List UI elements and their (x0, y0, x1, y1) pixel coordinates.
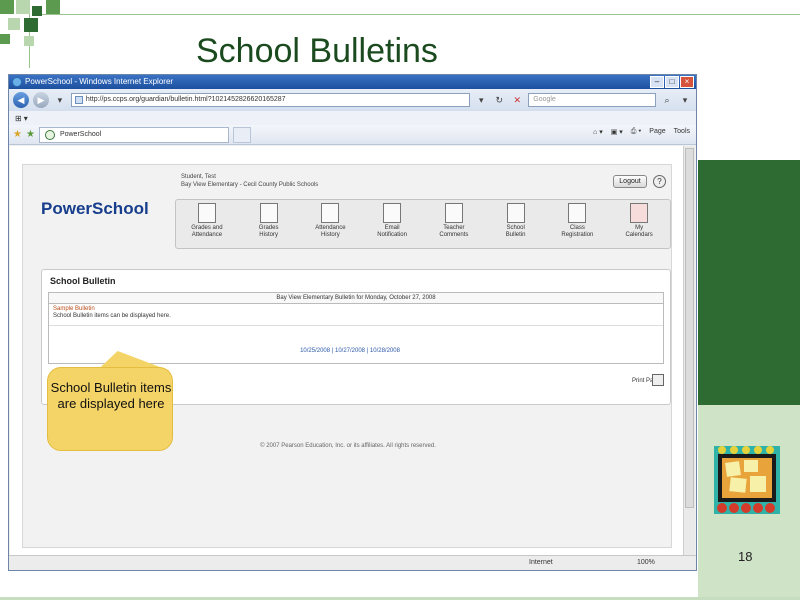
nav-class-registration[interactable]: Class Registration (548, 203, 606, 248)
zoom-level[interactable]: 100% (637, 559, 655, 566)
tab-bar: ★ ★ PowerSchool ⌂ ▾ ▣ ▾ ⎙ ▾ Page Tools (9, 125, 696, 145)
page-icon (74, 96, 83, 104)
calendar-icon (630, 203, 649, 223)
email-icon (383, 203, 402, 223)
nav-my-calendars[interactable]: My Calendars (610, 203, 668, 248)
home-icon[interactable]: ⌂ ▾ (593, 128, 603, 136)
nav-grades-history[interactable]: Grades History (240, 203, 298, 248)
add-favorite-icon[interactable]: ★ (26, 129, 35, 140)
refresh-icon[interactable]: ↻ (492, 93, 506, 107)
class-registration-icon (568, 203, 587, 223)
decor-band-dark (698, 160, 800, 405)
favorites-star-icon[interactable]: ★ (13, 129, 22, 140)
forward-button[interactable]: ▶ (32, 92, 49, 108)
favorites-add-icon[interactable]: ⊞ (15, 114, 22, 123)
slide-number: 18 (738, 549, 753, 564)
nav-grades-attendance[interactable]: Grades and Attendance (178, 203, 236, 248)
page-menu[interactable]: Page (649, 128, 665, 136)
url-dropdown-icon[interactable]: ▾ (474, 93, 488, 107)
command-bar: ⌂ ▾ ▣ ▾ ⎙ ▾ Page Tools (593, 128, 690, 136)
teacher-comments-icon (444, 203, 463, 223)
links-dropdown-icon[interactable]: ▾ (24, 114, 28, 123)
slide-title: School Bulletins (196, 32, 438, 70)
feeds-icon[interactable]: ▣ ▾ (611, 128, 623, 136)
grades-history-icon (259, 203, 278, 223)
window-title: PowerSchool - Windows Internet Explorer (25, 77, 174, 86)
callout-text: School Bulletin items are displayed here (50, 380, 172, 411)
logout-button[interactable]: Logout (613, 175, 647, 188)
tools-menu[interactable]: Tools (674, 128, 690, 136)
browser-window: PowerSchool - Windows Internet Explorer … (8, 74, 697, 571)
maximize-button[interactable]: □ (665, 76, 679, 88)
search-dropdown-icon[interactable]: ▾ (678, 93, 692, 107)
new-tab-button[interactable] (232, 126, 251, 143)
history-dropdown-icon[interactable]: ▾ (53, 93, 67, 107)
bulletin-heading: School Bulletin (50, 276, 116, 286)
user-info: Student, Test Bay View Elementary - Ceci… (181, 173, 318, 189)
decor-square (24, 36, 34, 46)
print-icon[interactable]: ⎙ ▾ (631, 128, 642, 136)
ie-logo-icon (12, 77, 22, 87)
bulletin-board-icon (714, 446, 780, 514)
grades-attendance-icon (197, 203, 216, 223)
decor-square (0, 0, 14, 14)
vertical-scrollbar[interactable] (683, 146, 695, 556)
nav-teacher-comments[interactable]: Teacher Comments (425, 203, 483, 248)
minimize-button[interactable]: – (650, 76, 664, 88)
address-bar: ◀ ▶ ▾ http://ps.ccps.org/guardian/bullet… (9, 89, 696, 111)
nav-icon-bar: Grades and Attendance Grades History Atten… (175, 199, 671, 249)
decor-line-top (40, 14, 800, 15)
security-zone: Internet (529, 559, 553, 566)
decor-square (16, 0, 30, 14)
search-icon[interactable]: ⌕ (660, 93, 674, 107)
bulletin-item-body: School Bulletin items can be displayed h… (53, 313, 171, 319)
printer-icon[interactable] (652, 374, 664, 386)
nav-attendance-history[interactable]: Attendance History (301, 203, 359, 248)
decor-square (46, 0, 60, 14)
stop-icon[interactable]: ✕ (510, 93, 524, 107)
school-name: Bay View Elementary - Cecil County Publi… (181, 182, 319, 188)
bulletin-item: Sample Bulletin School Bulletin items ca… (49, 304, 663, 326)
decor-square (0, 34, 10, 44)
bulletin-item-title: Sample Bulletin (53, 306, 95, 312)
close-button[interactable]: × (680, 76, 694, 88)
bulletin-table-header: Bay View Elementary Bulletin for Monday,… (49, 293, 663, 304)
links-bar: ⊞ ▾ (9, 111, 696, 125)
callout-bubble: School Bulletin items are displayed here (47, 367, 173, 451)
nav-school-bulletin[interactable]: School Bulletin (487, 203, 545, 248)
student-name: Student, Test (181, 174, 216, 180)
search-input[interactable]: Google (528, 93, 657, 107)
window-titlebar: PowerSchool - Windows Internet Explorer … (9, 75, 696, 89)
tab-powerschool[interactable]: PowerSchool (38, 126, 229, 143)
powerschool-logo: PowerSchool (41, 199, 149, 218)
decor-square (24, 18, 38, 32)
status-bar: Internet 100% (9, 555, 696, 570)
nav-email-notification[interactable]: Email Notification (363, 203, 421, 248)
school-bulletin-icon (506, 203, 525, 223)
help-icon[interactable]: ? (653, 175, 666, 188)
decor-square (8, 18, 20, 30)
url-input[interactable]: http://ps.ccps.org/guardian/bulletin.htm… (70, 93, 471, 107)
tab-favicon-icon (44, 129, 55, 140)
back-button[interactable]: ◀ (13, 92, 29, 108)
attendance-history-icon (321, 203, 340, 223)
decor-square (32, 6, 42, 16)
